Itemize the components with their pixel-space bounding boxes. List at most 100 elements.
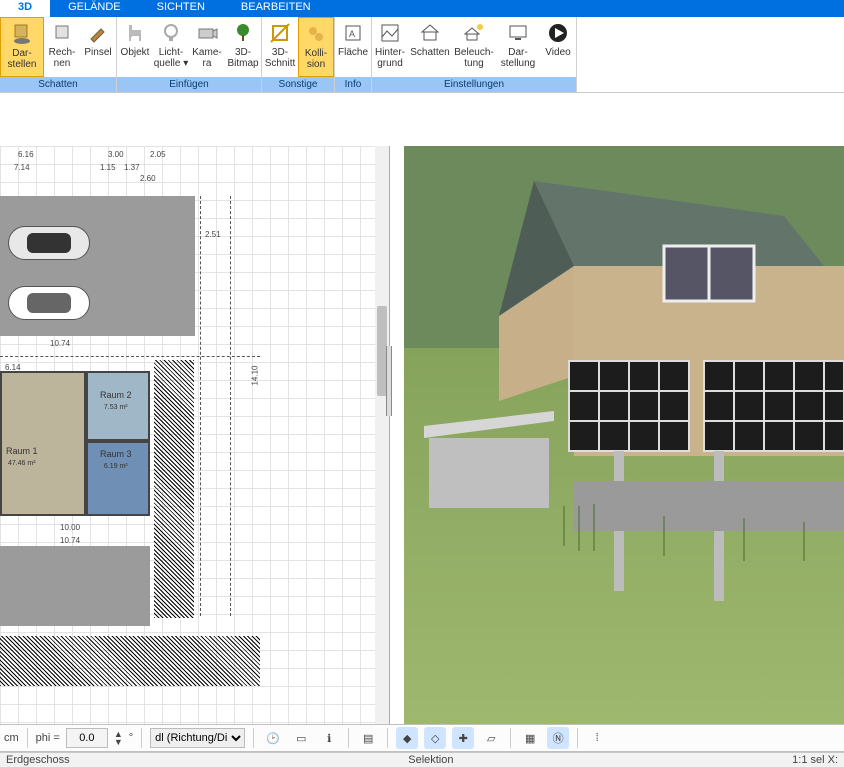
ribbon-group-sonstige: 3D- Schnitt Kolli- sion Sonstige [262, 17, 335, 92]
slab-terrace [0, 546, 150, 626]
phi-label: phi = [36, 732, 60, 744]
btn-darstellung-label: Dar- stellung [501, 47, 535, 69]
btn-rechnen-label: Rech- nen [49, 47, 76, 69]
btn-schatten-label: Schatten [410, 47, 449, 58]
tab-edit[interactable]: BEARBEITEN [223, 0, 329, 17]
btn-lichtquelle-label: Licht- quelle ▾ [154, 47, 189, 69]
pane-3d[interactable] [404, 146, 844, 724]
deg-label: ° [129, 732, 133, 744]
btn-schatten[interactable]: Schatten [408, 17, 452, 77]
scrollbar-2d[interactable] [375, 146, 389, 724]
unit-label: cm [4, 732, 19, 744]
ribbon-group-info: A Fläche Info [335, 17, 372, 92]
ribbon-cap-einstellungen: Einstellungen [372, 77, 576, 92]
room-1 [0, 371, 86, 516]
snap-int-icon: ✚ [459, 732, 468, 745]
screen-icon: ▭ [296, 732, 306, 745]
tab-terrain[interactable]: GELÄNDE [50, 0, 139, 17]
btn-objekt[interactable]: Objekt [117, 17, 153, 77]
ribbon-group-einstellungen: Hinter- grund Schatten Beleuch- tung Dar… [372, 17, 577, 92]
tab-3d[interactable]: 3D [0, 0, 50, 17]
dim-4: 7.14 [14, 163, 30, 172]
tree-icon [231, 21, 255, 45]
dim-5: 1.15 [100, 163, 116, 172]
btn-darstellen[interactable]: Dar- stellen [0, 17, 44, 77]
tab-views[interactable]: SICHTEN [139, 0, 223, 17]
bb-btn-plane[interactable]: ▱ [480, 727, 502, 749]
collision-icon [304, 22, 328, 46]
pane-2d[interactable]: 6.16 3.00 2.05 7.14 1.15 1.37 2.60 10.74… [0, 146, 390, 724]
btn-beleuchtung[interactable]: Beleuch- tung [452, 17, 496, 77]
car-2 [8, 286, 90, 320]
btn-kollision-label: Kolli- sion [305, 48, 327, 70]
area-icon: A [341, 21, 365, 45]
btn-kamera-label: Kame- ra [192, 47, 221, 69]
snap-endpoint-icon: ◆ [403, 732, 411, 745]
bb-btn-snap3[interactable]: ✚ [452, 727, 474, 749]
dash-line-h1 [0, 356, 260, 357]
dash-line-v1 [200, 196, 201, 616]
dim-9: 14.10 [251, 365, 260, 385]
dash-line-v2 [230, 196, 231, 616]
bb-btn-misc[interactable]: ⁞ [586, 727, 608, 749]
btn-kollision[interactable]: Kolli- sion [298, 17, 334, 77]
status-mode: Selektion [408, 754, 453, 766]
dim-6: 1.37 [124, 163, 140, 172]
btn-pinsel-label: Pinsel [84, 47, 111, 58]
btn-pinsel[interactable]: Pinsel [80, 17, 116, 77]
vegetation-right [154, 360, 194, 618]
cube-icon [50, 21, 74, 45]
background-icon [378, 21, 402, 45]
bb-btn-screen[interactable]: ▭ [290, 727, 312, 749]
main-tabs: 3D GELÄNDE SICHTEN BEARBEITEN [0, 0, 844, 17]
btn-3dbitmap-label: 3D- Bitmap [227, 47, 258, 69]
misc-icon: ⁞ [596, 732, 599, 744]
room-1-label: Raum 147.46 m² [6, 446, 38, 469]
dim-2: 3.00 [108, 150, 124, 159]
mode-select[interactable]: dl (Richtung/Di [150, 728, 245, 748]
btn-flaeche[interactable]: A Fläche [335, 17, 371, 77]
brush-icon [86, 21, 110, 45]
monitor-icon [506, 21, 530, 45]
layers-icon: ▤ [363, 732, 373, 745]
dim-7: 2.60 [140, 174, 156, 183]
btn-3dschnitt-label: 3D- Schnitt [265, 47, 296, 69]
bottom-toolbar: cm phi = ▲▼ ° dl (Richtung/Di 🕑 ▭ ℹ ▤ ◆ … [0, 724, 844, 752]
btn-kamera[interactable]: Kame- ra [189, 17, 225, 77]
ribbon-group-einfuegen: Objekt Licht- quelle ▾ Kame- ra 3D- Bitm… [117, 17, 262, 92]
bb-btn-snap1[interactable]: ◆ [396, 727, 418, 749]
btn-lichtquelle[interactable]: Licht- quelle ▾ [153, 17, 189, 77]
btn-3dschnitt[interactable]: 3D- Schnitt [262, 17, 298, 77]
btn-flaeche-label: Fläche [338, 47, 368, 58]
grid-icon: ▦ [525, 732, 535, 745]
btn-3dbitmap[interactable]: 3D- Bitmap [225, 17, 261, 77]
phi-input[interactable] [66, 728, 108, 748]
bb-btn-grid[interactable]: ▦ [519, 727, 541, 749]
phi-stepper[interactable]: ▲▼ [114, 730, 123, 746]
house-model [404, 146, 844, 706]
bb-btn-info[interactable]: ℹ [318, 727, 340, 749]
btn-darstellen-label: Dar- stellen [8, 48, 37, 70]
btn-darstellung[interactable]: Dar- stellung [496, 17, 540, 77]
dim-17: 2.51 [205, 230, 221, 239]
bb-btn-layers[interactable]: ▤ [357, 727, 379, 749]
bb-btn-north[interactable]: Ⓝ [547, 727, 569, 749]
btn-video-label: Video [545, 47, 570, 58]
svg-text:A: A [349, 29, 355, 39]
pane-splitter[interactable] [386, 346, 392, 416]
ribbon-cap-info: Info [335, 77, 371, 92]
btn-video[interactable]: Video [540, 17, 576, 77]
bb-btn-snap2[interactable]: ◇ [424, 727, 446, 749]
chair-icon [123, 21, 147, 45]
house-shadow-icon [418, 21, 442, 45]
bb-btn-clock[interactable]: 🕑 [262, 727, 284, 749]
car-1 [8, 226, 90, 260]
ribbon-cap-einfuegen: Einfügen [117, 77, 261, 92]
status-floor: Erdgeschoss [6, 754, 70, 766]
camera-icon [195, 21, 219, 45]
btn-objekt-label: Objekt [121, 47, 150, 58]
north-icon: Ⓝ [553, 730, 564, 746]
btn-rechnen[interactable]: Rech- nen [44, 17, 80, 77]
btn-hintergrund[interactable]: Hinter- grund [372, 17, 408, 77]
plane-icon: ▱ [487, 732, 495, 745]
